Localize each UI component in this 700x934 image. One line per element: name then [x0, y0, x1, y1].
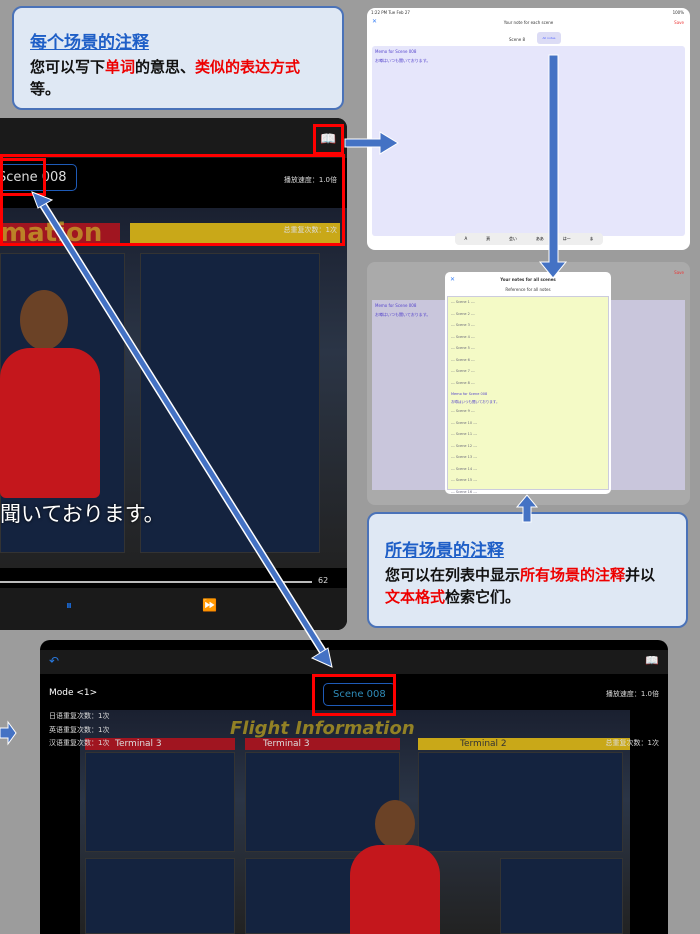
book-icon[interactable]: 📖 [645, 654, 659, 667]
character-body [0, 348, 100, 498]
scene-note-heading: --- Scene 5 --- [451, 346, 475, 350]
tablet-all-notes: Memo for Scene 008 お噂はいつも聞いております。 Save ✕… [367, 262, 690, 505]
scene-note-heading: --- Scene 10 --- [451, 420, 478, 425]
notes-list[interactable]: --- Scene 1 --- --- Scene 2 --- --- Scene … [447, 296, 609, 494]
forward-button[interactable]: ⏩ [202, 598, 217, 612]
keyboard-toolbar: A 頁会い ああ は一ま [455, 233, 603, 245]
callout-scene-notes: 每个场景的注释 您可以写下单词的意思、类似的表达方式等。 [12, 6, 344, 110]
tablet-note-editor: 1:22 PM Tue Feb 27 100% ✕ Your note for … [367, 8, 690, 250]
scene-note-heading: --- Scene 4 --- [451, 334, 475, 339]
arrow-left-edge [0, 720, 17, 746]
player-bottom: ↶ 📖 Flight Information Terminal 3 Termin… [40, 640, 668, 934]
scene-note-heading: --- Scene 14 --- [451, 466, 478, 471]
all-notes-button[interactable]: All notes [537, 32, 561, 44]
scene-note-heading: --- Scene 15 --- [451, 478, 478, 482]
callout-all-notes: 所有场景的注释 您可以在列表中显示所有场景的注释并以文本格式检索它们。 [367, 512, 688, 628]
scene-note-heading: --- Scene 16 --- [451, 489, 478, 494]
scene-note-heading: --- Scene 9 --- [451, 409, 475, 413]
scene-note-heading: --- Scene 8 --- [451, 380, 475, 385]
character-head [375, 800, 415, 848]
scene-note-text: お噂はいつも聞いております。 [451, 400, 500, 404]
scene-note-heading: --- Scene 6 --- [451, 357, 475, 362]
pause-button[interactable]: ⏸ [66, 598, 72, 613]
scene-note-heading: --- Scene 7 --- [451, 369, 475, 373]
scene-note-heading: --- Scene 12 --- [451, 443, 478, 448]
back-icon[interactable]: ↶ [49, 654, 59, 668]
scene-note-heading: --- Scene 1 --- [451, 300, 475, 304]
progress-slider[interactable] [0, 581, 312, 583]
subtitle: 聞いております。 [0, 502, 165, 526]
callout-title: 每个场景的注释 [30, 33, 149, 53]
scene-note-heading: --- Scene 3 --- [451, 323, 475, 327]
player-left: mation 聞いております。 Scene 008 播放速度：1.0倍 总重复次… [0, 118, 347, 630]
all-notes-sheet: ✕ Your notes for all scenes Reference fo… [445, 272, 611, 494]
top-bar [0, 118, 347, 158]
scene-note-heading: --- Scene 13 --- [451, 455, 478, 459]
save-button[interactable]: Save [674, 20, 684, 25]
character-head [20, 290, 68, 350]
scene-note-heading: --- Scene 11 --- [451, 432, 478, 436]
scene-note-text: Memo for Scene 008 [451, 392, 488, 396]
note-textarea[interactable]: Memo for Scene 008 お噂はいつも聞いております。 [372, 46, 685, 236]
scene-note-heading: --- Scene 2 --- [451, 311, 475, 316]
character-body [350, 845, 440, 934]
